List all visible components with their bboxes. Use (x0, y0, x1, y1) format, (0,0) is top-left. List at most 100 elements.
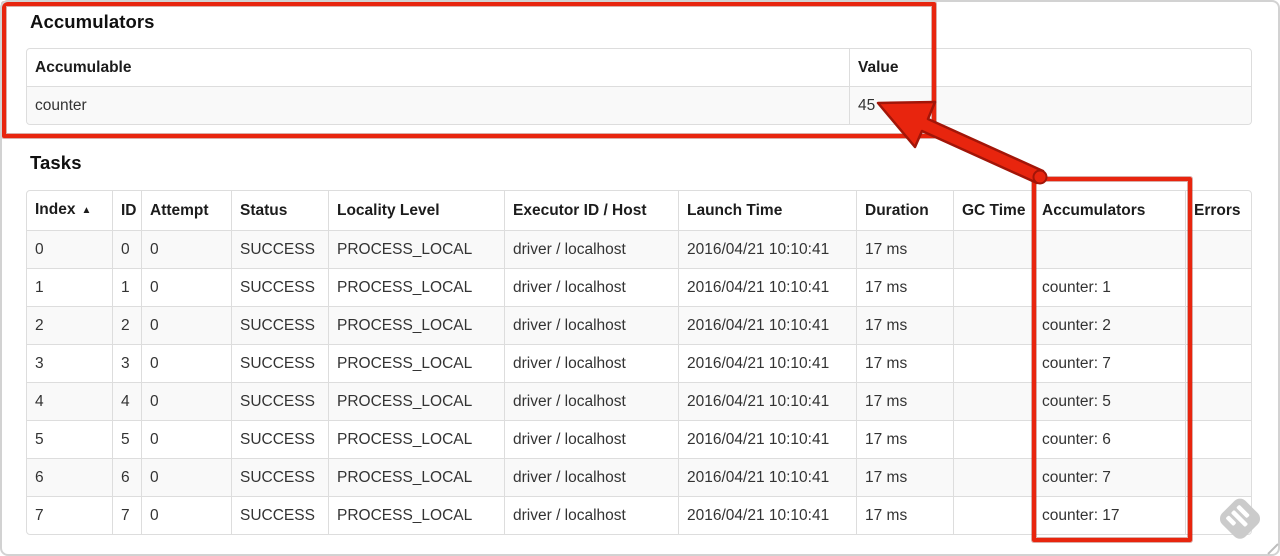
table-cell (1185, 458, 1251, 496)
column-header-gc-time[interactable]: GC Time (953, 191, 1033, 230)
table-cell: driver / localhost (504, 230, 678, 268)
table-cell: SUCCESS (231, 496, 328, 534)
table-cell: 2016/04/21 10:10:41 (678, 344, 856, 382)
table-cell (953, 306, 1033, 344)
table-cell: PROCESS_LOCAL (328, 382, 504, 420)
table-cell: 0 (141, 268, 231, 306)
table-cell: 17 ms (856, 496, 953, 534)
table-cell: 17 ms (856, 458, 953, 496)
table-cell (953, 230, 1033, 268)
table-cell: 7 (112, 496, 141, 534)
table-cell: counter: 1 (1033, 268, 1185, 306)
table-cell: 17 ms (856, 268, 953, 306)
table-cell: counter (27, 86, 849, 124)
table-cell: 4 (112, 382, 141, 420)
table-cell: PROCESS_LOCAL (328, 458, 504, 496)
table-cell: 3 (112, 344, 141, 382)
table-cell: 2016/04/21 10:10:41 (678, 382, 856, 420)
accumulators-header-row: Accumulable Value (27, 49, 1251, 86)
table-row: counter 45 (27, 86, 1251, 124)
sort-ascending-icon: ▲ (81, 205, 92, 216)
table-cell: 7 (27, 496, 112, 534)
table-cell: driver / localhost (504, 496, 678, 534)
table-row: 4 4 0 SUCCESS PROCESS_LOCAL driver / localhos… (27, 382, 1251, 420)
table-cell: SUCCESS (231, 230, 328, 268)
table-row: 5 5 0 SUCCESS PROCESS_LOCAL driver / localhos… (27, 420, 1251, 458)
table-cell: PROCESS_LOCAL (328, 420, 504, 458)
table-row: 1 1 0 SUCCESS PROCESS_LOCAL driver / localhos… (27, 268, 1251, 306)
table-cell: PROCESS_LOCAL (328, 306, 504, 344)
table-cell: driver / localhost (504, 458, 678, 496)
table-cell: counter: 7 (1033, 344, 1185, 382)
table-cell: SUCCESS (231, 306, 328, 344)
table-cell (1033, 230, 1185, 268)
table-cell (1185, 268, 1251, 306)
resize-grip-icon (1267, 543, 1279, 555)
table-cell: 0 (141, 458, 231, 496)
table-cell: counter: 5 (1033, 382, 1185, 420)
table-cell: 5 (27, 420, 112, 458)
table-cell: 6 (112, 458, 141, 496)
table-cell: 17 ms (856, 230, 953, 268)
table-cell: SUCCESS (231, 420, 328, 458)
table-cell: 6 (27, 458, 112, 496)
table-cell (953, 496, 1033, 534)
table-cell (953, 382, 1033, 420)
table-cell: 0 (141, 344, 231, 382)
table-cell: 1 (27, 268, 112, 306)
table-cell: counter: 17 (1033, 496, 1185, 534)
table-cell: PROCESS_LOCAL (328, 496, 504, 534)
table-cell: 0 (141, 230, 231, 268)
table-cell: PROCESS_LOCAL (328, 344, 504, 382)
accumulators-table: Accumulable Value counter 45 (26, 48, 1252, 125)
table-cell: driver / localhost (504, 420, 678, 458)
table-cell: driver / localhost (504, 268, 678, 306)
column-header-locality-level[interactable]: Locality Level (328, 191, 504, 230)
table-cell: 2 (27, 306, 112, 344)
table-cell: 2016/04/21 10:10:41 (678, 306, 856, 344)
column-header-attempt[interactable]: Attempt (141, 191, 231, 230)
table-cell: 0 (112, 230, 141, 268)
table-cell: 3 (27, 344, 112, 382)
table-cell: driver / localhost (504, 382, 678, 420)
table-cell: SUCCESS (231, 382, 328, 420)
table-cell: counter: 6 (1033, 420, 1185, 458)
table-row: 2 2 0 SUCCESS PROCESS_LOCAL driver / localhos… (27, 306, 1251, 344)
table-cell: 2016/04/21 10:10:41 (678, 420, 856, 458)
table-cell (1185, 344, 1251, 382)
table-cell: 5 (112, 420, 141, 458)
table-cell: driver / localhost (504, 306, 678, 344)
table-cell: 2016/04/21 10:10:41 (678, 230, 856, 268)
table-cell: SUCCESS (231, 268, 328, 306)
table-cell: counter: 7 (1033, 458, 1185, 496)
table-cell (953, 268, 1033, 306)
column-header-index[interactable]: Index ▲ (27, 191, 112, 230)
table-cell: 17 ms (856, 382, 953, 420)
column-header-duration[interactable]: Duration (856, 191, 953, 230)
table-row: 6 6 0 SUCCESS PROCESS_LOCAL driver / localhos… (27, 458, 1251, 496)
table-row: 3 3 0 SUCCESS PROCESS_LOCAL driver / localhos… (27, 344, 1251, 382)
column-header-executor-id-host[interactable]: Executor ID / Host (504, 191, 678, 230)
column-header-id[interactable]: ID (112, 191, 141, 230)
table-cell: 2016/04/21 10:10:41 (678, 496, 856, 534)
column-header-errors[interactable]: Errors (1185, 191, 1251, 230)
tasks-section-title: Tasks (30, 152, 82, 173)
table-cell (1185, 230, 1251, 268)
column-header-accumulators[interactable]: Accumulators (1033, 191, 1185, 230)
table-cell: 4 (27, 382, 112, 420)
tasks-header-row: Index ▲ ID Attempt Status Locality Level … (27, 191, 1251, 230)
accumulators-section-title: Accumulators (30, 11, 155, 32)
column-header-launch-time[interactable]: Launch Time (678, 191, 856, 230)
table-cell: 1 (112, 268, 141, 306)
table-cell (1185, 420, 1251, 458)
table-cell: 2 (112, 306, 141, 344)
table-cell: 45 (849, 86, 1251, 124)
column-header-status[interactable]: Status (231, 191, 328, 230)
table-cell: 0 (141, 382, 231, 420)
table-cell: 17 ms (856, 420, 953, 458)
table-cell (953, 344, 1033, 382)
column-header-value: Value (849, 49, 1251, 86)
column-header-accumulable: Accumulable (35, 59, 132, 76)
table-cell (1185, 306, 1251, 344)
table-cell: 0 (141, 306, 231, 344)
